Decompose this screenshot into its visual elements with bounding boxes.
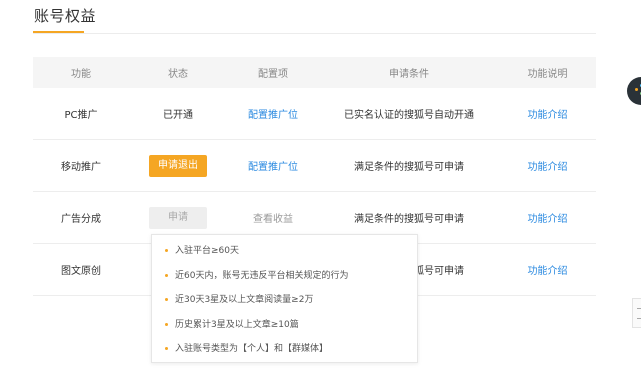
- config-link[interactable]: 配置推广位: [227, 106, 319, 121]
- intro-link[interactable]: 功能介绍: [499, 158, 596, 173]
- status-text: 已开通: [163, 110, 193, 121]
- requirement-item: 入驻账号类型为【个人】和【群媒体】: [165, 341, 417, 366]
- bullet-icon: [165, 347, 168, 350]
- requirement-item: 近30天3星及以上文章阅读量≥2万: [165, 292, 417, 317]
- feature-name: 图文原创: [61, 266, 101, 277]
- feature-name: 广告分成: [61, 214, 101, 225]
- requirement-item: 近60天内，账号无违反平台相关规定的行为: [165, 268, 417, 293]
- bullet-icon: [165, 249, 168, 252]
- requirements-tooltip: 入驻平台≥60天 近60天内，账号无违反平台相关规定的行为 近30天3星及以上文…: [151, 234, 418, 363]
- view-revenue-link[interactable]: 查看收益: [227, 210, 319, 225]
- config-link[interactable]: 配置推广位: [227, 158, 319, 173]
- table-row: PC推广 已开通 配置推广位 已实名认证的搜狐号自动开通 功能介绍: [33, 88, 596, 140]
- apply-button[interactable]: 申请: [149, 206, 207, 229]
- side-collapse-icon[interactable]: [632, 298, 641, 328]
- condition-text: 满足条件的搜狐号可申请: [354, 214, 464, 225]
- requirement-item: 历史累计3星及以上文章≥10篇: [165, 317, 417, 342]
- intro-link[interactable]: 功能介绍: [499, 210, 596, 225]
- column-header-condition: 申请条件: [389, 69, 429, 80]
- bullet-icon: [165, 298, 168, 301]
- title-divider: [33, 33, 596, 34]
- feature-name: PC推广: [64, 110, 98, 121]
- condition-text: 已实名认证的搜狐号自动开通: [344, 110, 474, 121]
- condition-text: 满足条件的搜狐号可申请: [354, 162, 464, 173]
- floating-dots-icon[interactable]: [627, 77, 641, 105]
- feature-name: 移动推广: [61, 162, 101, 173]
- bullet-icon: [165, 273, 168, 277]
- column-header-feature: 功能: [71, 69, 91, 80]
- bullet-icon: [165, 322, 168, 326]
- intro-link[interactable]: 功能介绍: [499, 262, 596, 277]
- column-header-config: 配置项: [258, 69, 288, 80]
- page-title: 账号权益: [34, 7, 97, 25]
- table-header: 功能 状态 配置项 申请条件 功能说明: [33, 57, 596, 88]
- requirement-item: 入驻平台≥60天: [165, 243, 417, 268]
- column-header-intro: 功能说明: [527, 69, 568, 80]
- intro-link[interactable]: 功能介绍: [499, 106, 596, 121]
- table-row: 移动推广 申请退出 配置推广位 满足条件的搜狐号可申请 功能介绍: [33, 140, 596, 192]
- column-header-status: 状态: [168, 69, 188, 80]
- apply-exit-button[interactable]: 申请退出: [149, 154, 207, 177]
